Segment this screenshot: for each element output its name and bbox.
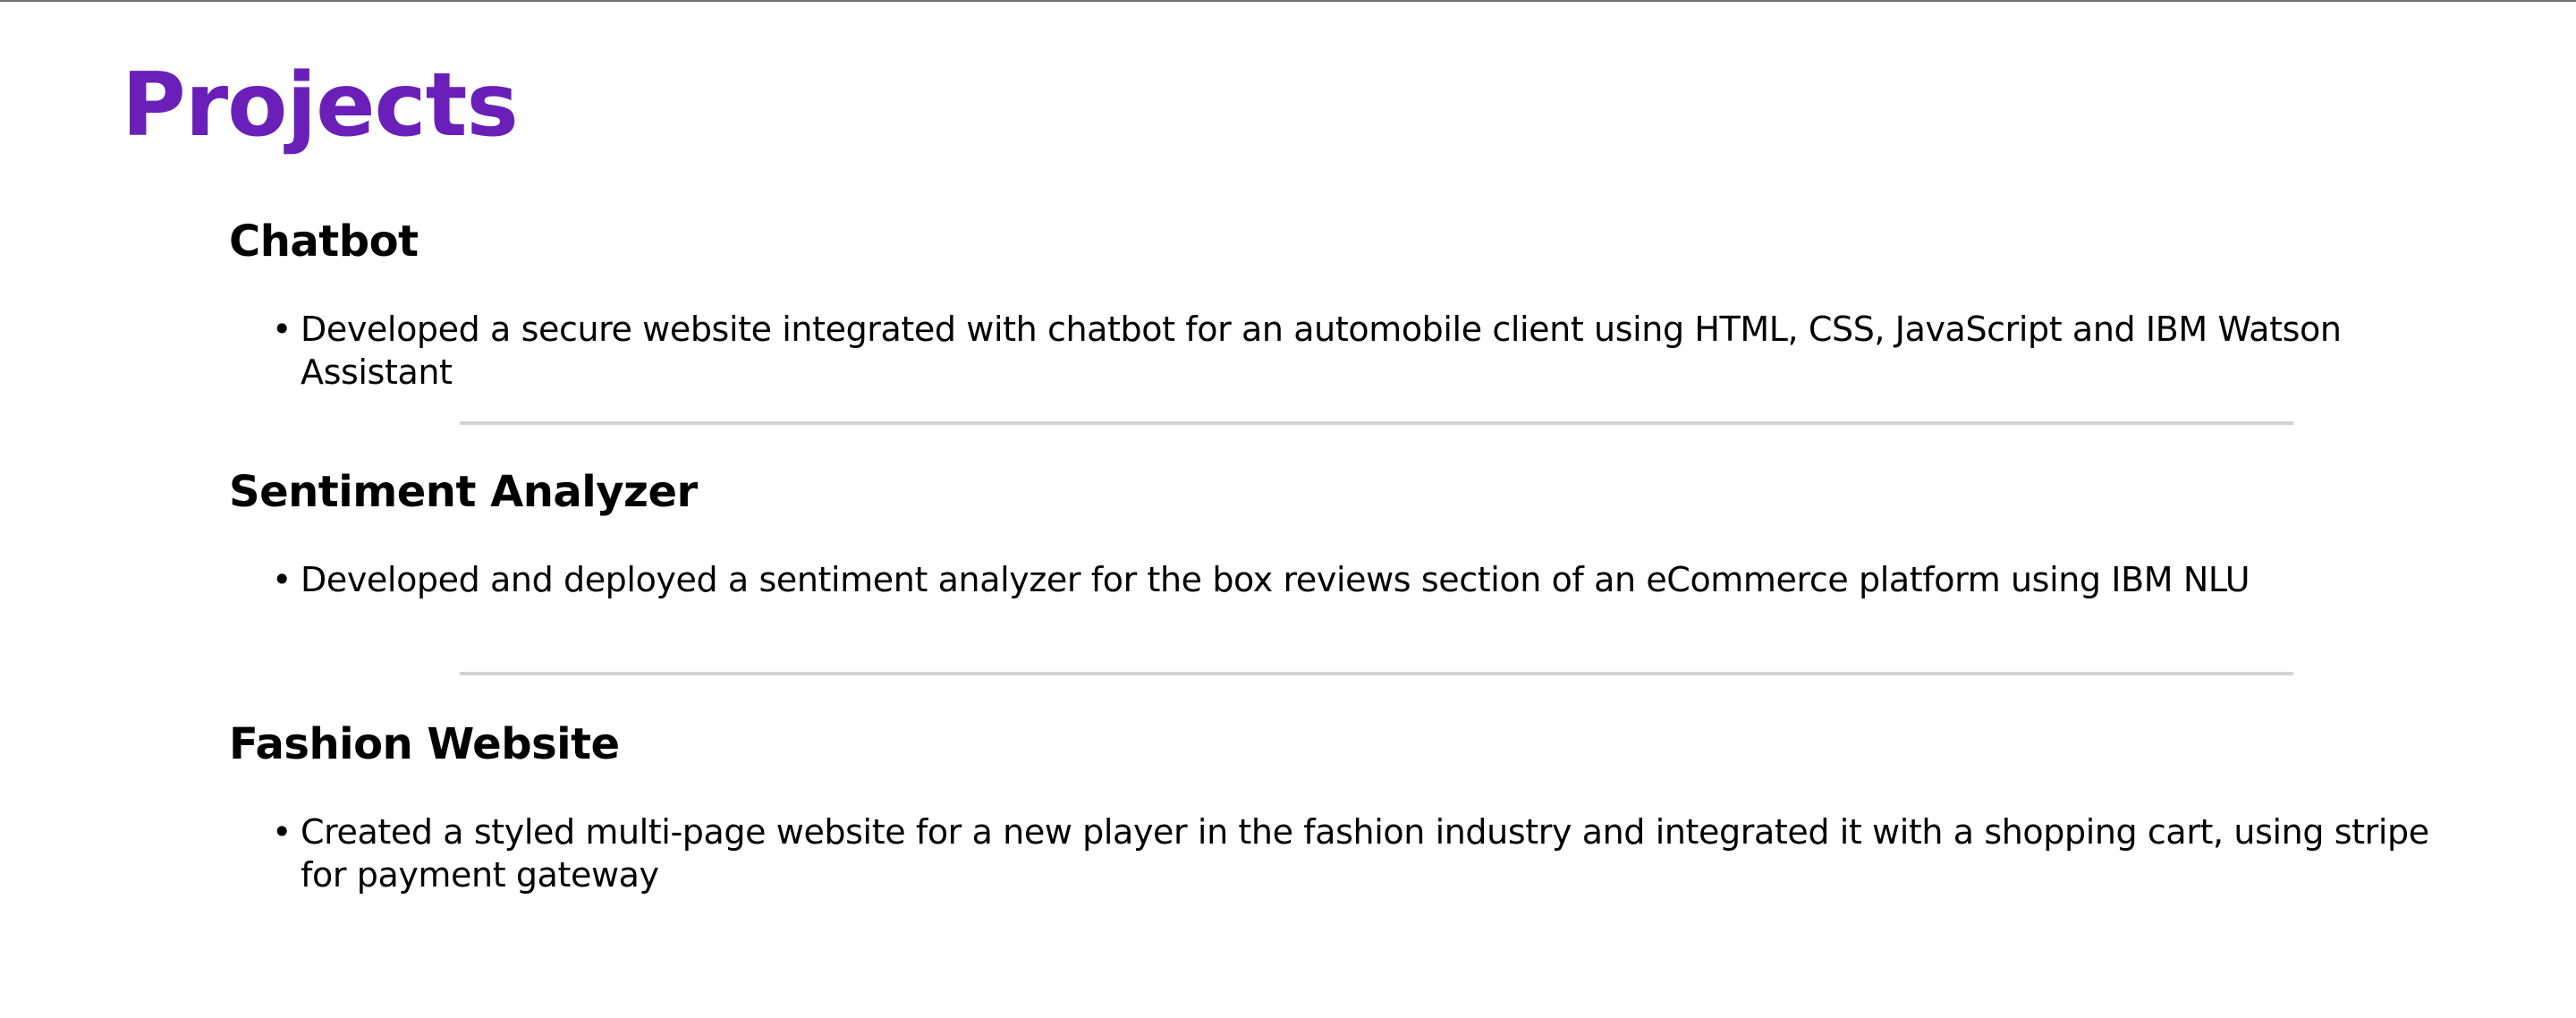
bullet-icon: •: [272, 812, 292, 852]
project-description: Created a styled multi-page website for …: [301, 812, 2429, 895]
project-description: Developed and deployed a sentiment analy…: [301, 560, 2250, 599]
project-description: Developed a secure website integrated wi…: [301, 310, 2342, 392]
project-details-list: • Developed a secure website integrated …: [229, 308, 2429, 394]
list-item: • Created a styled multi-page website fo…: [229, 810, 2429, 896]
project-fashion-website: Fashion Website • Created a styled multi…: [229, 717, 2429, 896]
section-divider: [460, 421, 2293, 425]
project-chatbot: Chatbot • Developed a secure website int…: [229, 215, 2429, 394]
project-details-list: • Developed and deployed a sentiment ana…: [229, 558, 2429, 601]
project-title: Chatbot: [229, 216, 419, 267]
list-item: • Developed a secure website integrated …: [229, 308, 2429, 394]
section-divider: [460, 672, 2293, 675]
bullet-icon: •: [272, 560, 292, 599]
page-title: Projects: [122, 55, 519, 157]
list-item: • Developed and deployed a sentiment ana…: [229, 558, 2429, 601]
project-title: Fashion Website: [229, 719, 620, 769]
project-details-list: • Created a styled multi-page website fo…: [229, 810, 2429, 896]
project-sentiment-analyzer: Sentiment Analyzer • Developed and deplo…: [229, 465, 2429, 601]
project-title: Sentiment Analyzer: [229, 467, 698, 517]
bullet-icon: •: [272, 310, 292, 349]
